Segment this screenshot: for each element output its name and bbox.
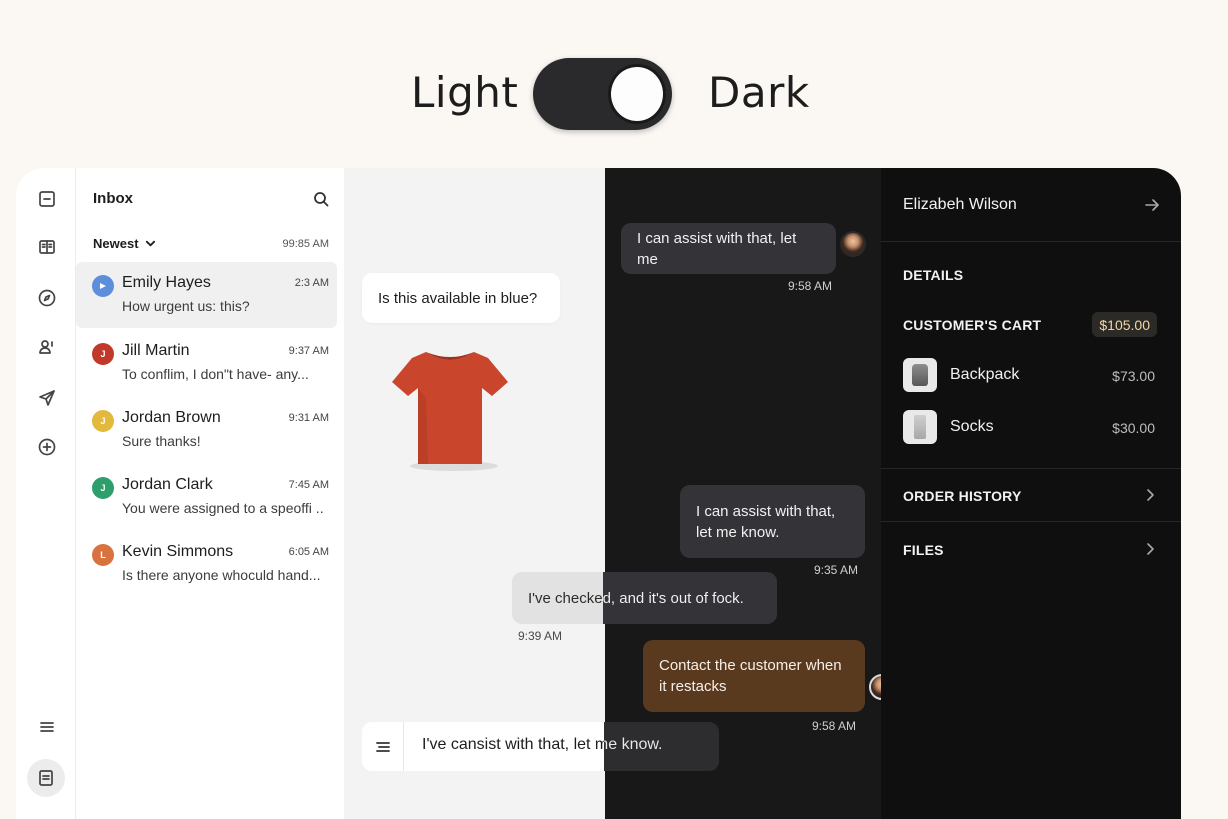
toggle-knob [608,64,666,124]
message-bubble: I've checked, and it's out of fock. [512,572,777,624]
arrow-right-icon[interactable] [1141,194,1163,216]
cart-item-name: Socks [950,418,994,435]
avatar: L [92,544,114,566]
backpack-thumbnail [903,358,937,392]
conversation-item[interactable]: J Jill Martin 9:37 AM To conflim, I don"… [76,330,337,396]
menu-icon[interactable] [362,722,404,771]
message-text: I can assist with that, let me know. [696,502,836,541]
message-text: I can assist with that, let me [637,229,797,268]
message-bubble: Contact the customer when it restacks [643,640,865,712]
dark-label: Dark [708,68,810,117]
conversation-time: 2:3 AM [294,277,329,289]
agent-avatar [840,231,866,257]
message-text: I've checked, and it's out of fock. [528,589,744,607]
compass-icon[interactable] [31,282,63,314]
composer-input[interactable]: I've cansist with that, let me know. [422,736,663,754]
conversation-time: 7:45 AM [288,479,329,491]
divider [881,521,1181,522]
divider [881,241,1181,242]
cart-item-price: $73.00 [1112,368,1155,384]
conversation-preview: You were assigned to a speoffi .. [122,500,324,516]
message-bubble: Is this available in blue? [362,273,560,323]
send-icon[interactable] [31,382,63,414]
message-bubble: I can assist with that, let me know. [680,485,865,558]
message-time: 9:58 AM [812,719,857,733]
menu-icon[interactable] [31,711,63,743]
avatar: J [92,477,114,499]
minus-square-icon[interactable] [31,183,63,215]
conversation-preview: Sure thanks! [122,433,201,449]
message-text: Contact the customer when it restacks [659,657,842,695]
details-panel: Elizabeh Wilson DETAILS CUSTOMER'S CART … [881,168,1181,819]
avatar: J [92,343,114,365]
cart-item-price: $30.00 [1112,420,1155,436]
conversation-item[interactable]: Emily Hayes 2:3 AM How urgent us: this? [76,262,337,328]
files-label: FILES [903,542,944,558]
message-bubble: I can assist with that, let me [621,223,836,274]
avatar: J [92,410,114,432]
document-icon[interactable] [27,759,65,797]
theme-toggle-switch[interactable] [533,58,672,130]
details-label: DETAILS [903,267,964,283]
message-time: 9:35 AM [814,563,859,577]
conversation-item[interactable]: L Kevin Simmons 6:05 AM Is there anyone … [76,531,337,597]
message-time: 9:39 AM [518,629,563,643]
conversation-preview: To conflim, I don"t have- any... [122,366,309,382]
message-text: Is this available in blue? [378,289,538,307]
cart-label: CUSTOMER'S CART [903,317,1042,333]
conversation-name: Jill Martin [122,342,190,359]
conversation-time: 9:31 AM [288,412,329,424]
inbox-title: Inbox [93,190,133,207]
chevron-down-icon [145,240,155,247]
theme-toggle-row: Light Dark [0,58,1228,130]
cart-total-badge: $105.00 [1092,312,1157,337]
conversation-time: 6:05 AM [288,546,329,558]
chevron-right-icon [1143,542,1157,556]
book-icon[interactable] [31,231,63,263]
files-row[interactable]: FILES [881,523,1181,575]
sort-dropdown[interactable]: Newest [93,236,156,251]
contact-name: Elizabeh Wilson [903,196,1017,213]
conversation-name: Jordan Clark [122,476,213,493]
conversation-item[interactable]: J Jordan Brown 9:31 AM Sure thanks! [76,397,337,463]
message-composer[interactable]: I've cansist with that, let me know. [362,722,719,771]
order-history-label: ORDER HISTORY [903,488,1022,504]
avatar [92,275,114,297]
nav-rail [16,168,76,819]
conversation-preview: How urgent us: this? [122,298,250,314]
plus-circle-icon[interactable] [31,431,63,463]
chevron-right-icon [1143,488,1157,502]
conversation-preview: Is there anyone whoculd hand... [122,567,321,583]
conversation-time: 9:37 AM [288,345,329,357]
search-icon[interactable] [310,188,332,210]
users-icon[interactable] [31,331,63,363]
conversation-name: Emily Hayes [122,274,211,291]
sort-time: 99:85 AM [282,238,329,250]
socks-thumbnail [903,410,937,444]
inbox-panel: Inbox Newest 99:85 AM Emily Hayes 2:3 AM… [76,168,344,819]
conversation-name: Kevin Simmons [122,543,234,560]
app-window: Inbox Newest 99:85 AM Emily Hayes 2:3 AM… [16,168,1181,819]
light-label: Light [411,68,519,117]
sort-label: Newest [93,236,139,251]
cart-item-name: Backpack [950,366,1020,383]
message-time: 9:58 AM [788,279,833,293]
order-history-row[interactable]: ORDER HISTORY [881,469,1181,521]
conversation-name: Jordan Brown [122,409,221,426]
tshirt-image [392,352,508,471]
conversation-item[interactable]: J Jordan Clark 7:45 AM You were assigned… [76,464,337,530]
